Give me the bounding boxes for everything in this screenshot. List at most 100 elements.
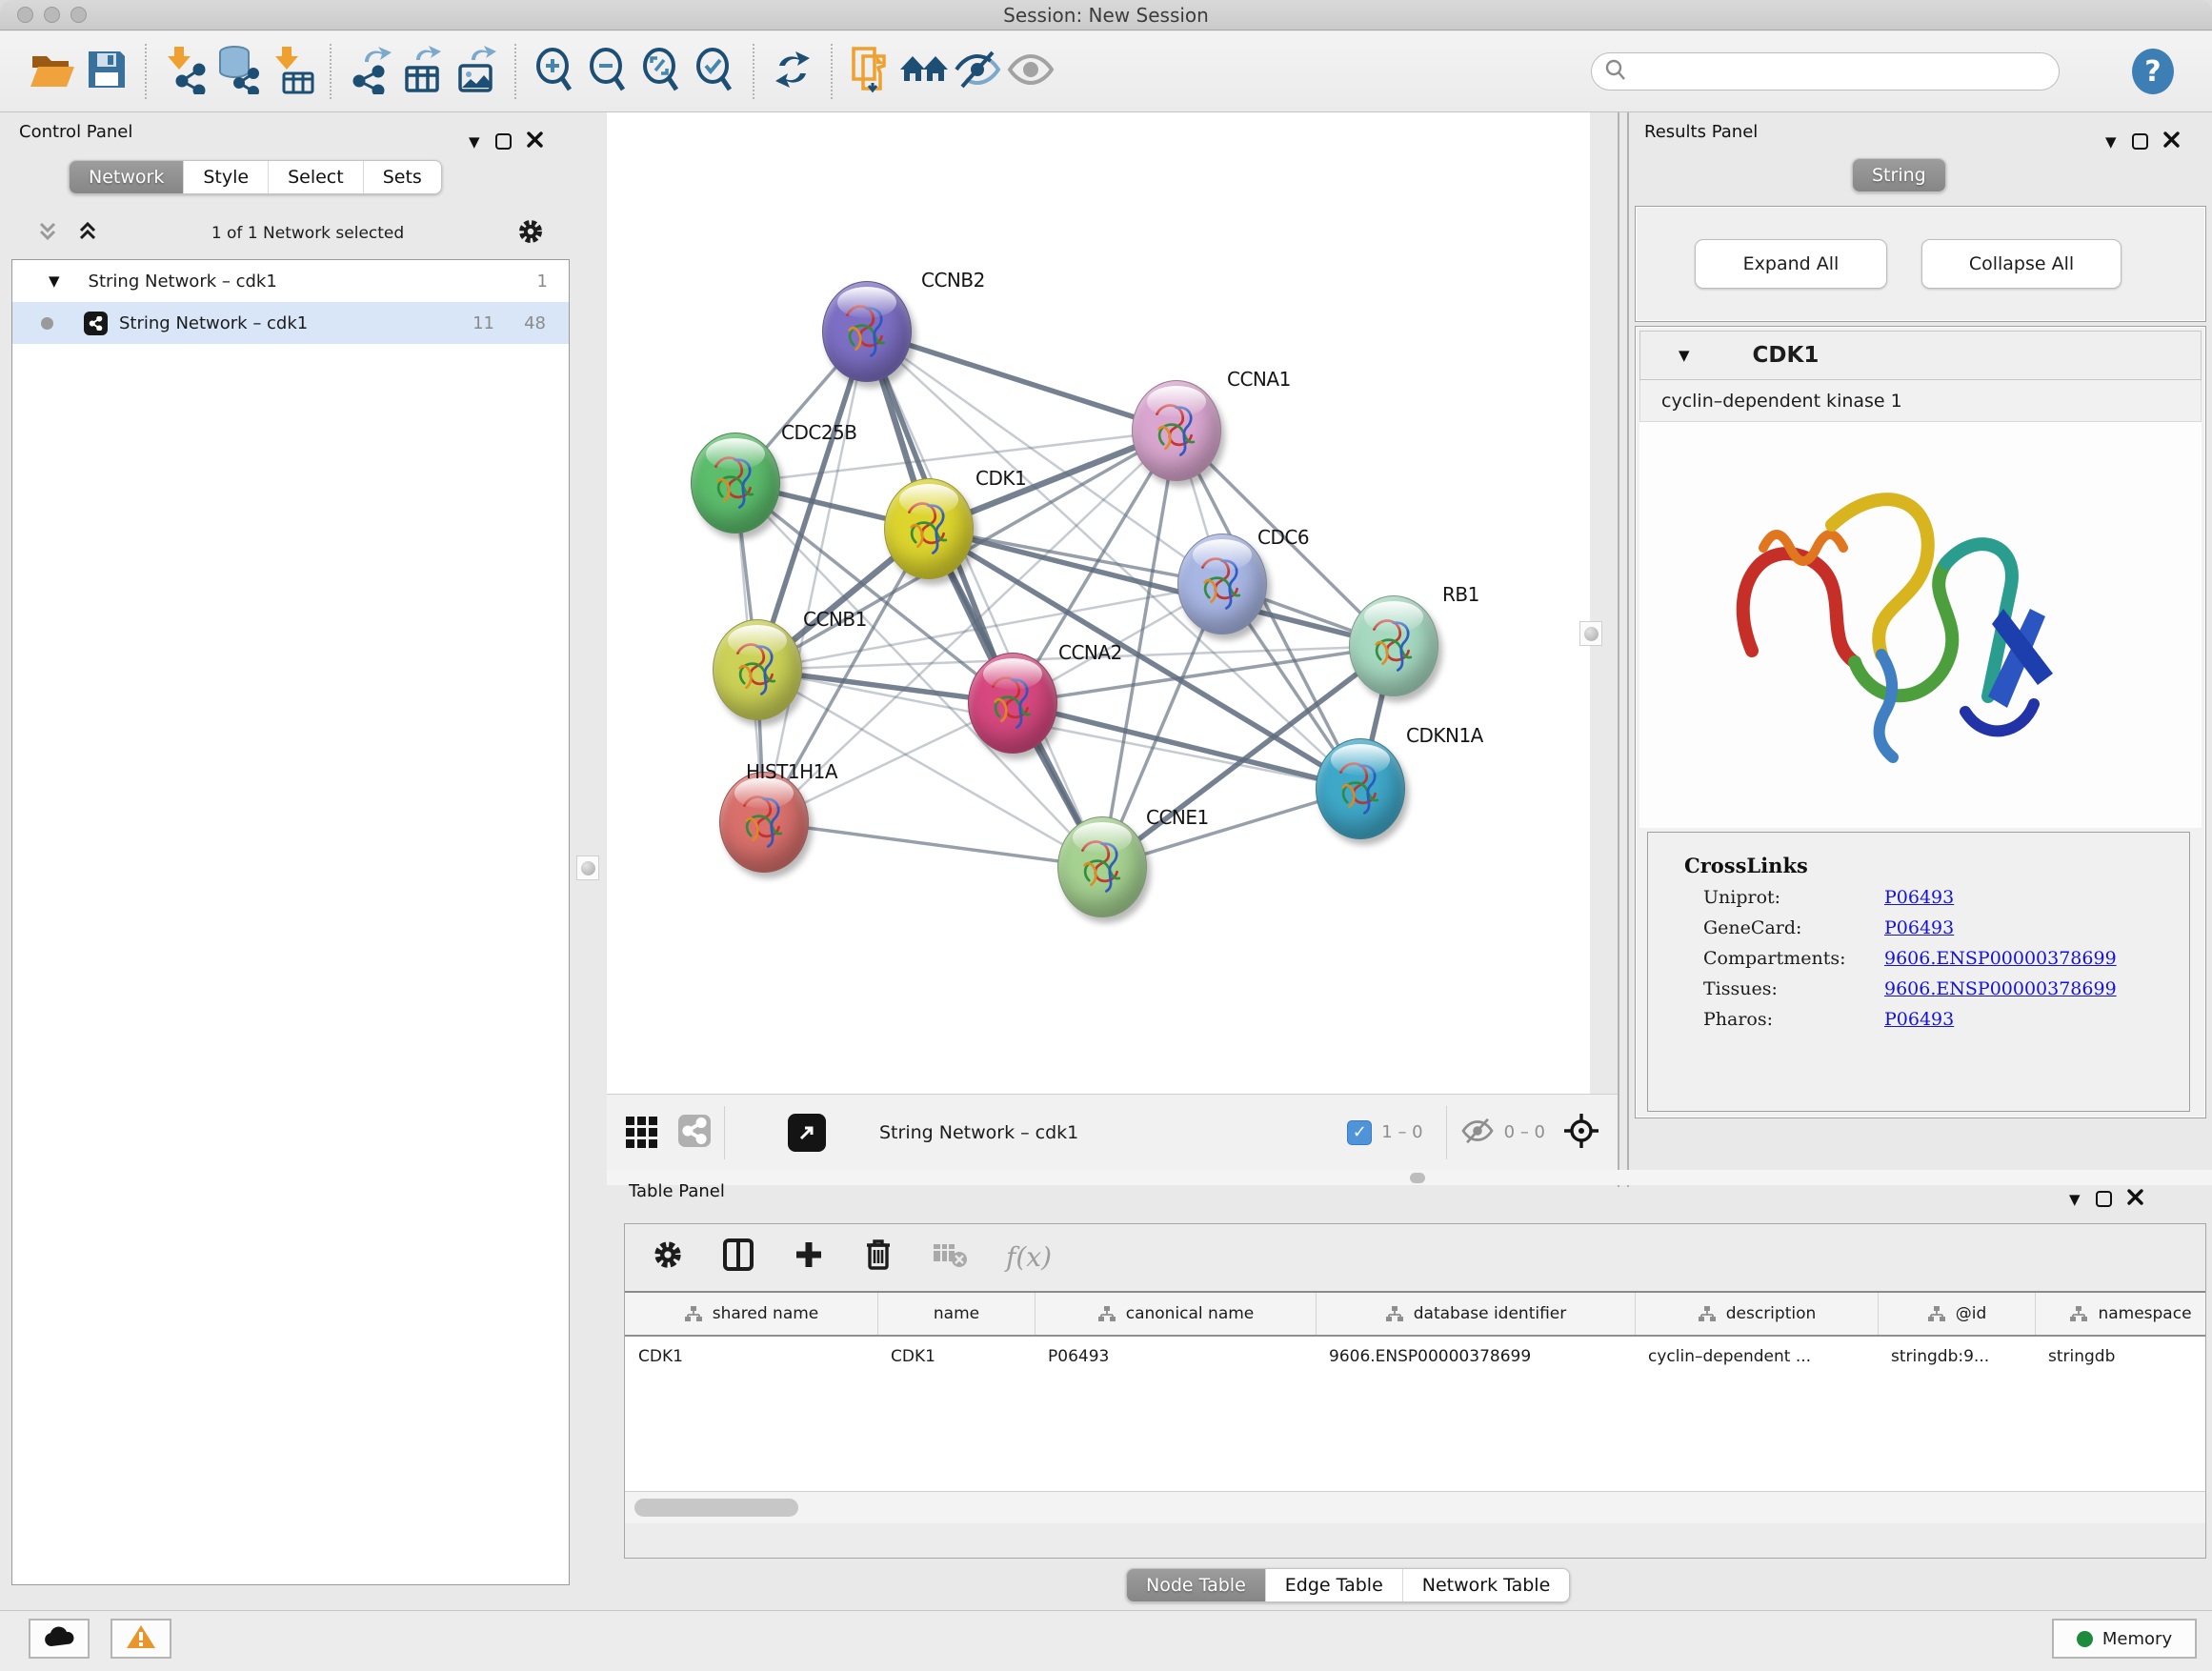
left-splitter-handle[interactable] — [576, 856, 599, 880]
entry-expander-icon[interactable]: ▼ — [1679, 347, 1690, 364]
toolbar-search-field[interactable] — [1591, 52, 2060, 91]
column-header-shared-name[interactable]: shared name — [625, 1293, 877, 1335]
close-panel-icon[interactable] — [527, 131, 543, 151]
hide-glass-button[interactable] — [951, 43, 1004, 100]
crosslink-value-link[interactable]: 9606.ENSP00000378699 — [1884, 948, 2117, 969]
expand-all-tree-icon[interactable] — [36, 220, 59, 247]
delete-column-trash-icon[interactable] — [863, 1238, 894, 1276]
table-cell[interactable]: cyclin–dependent ... — [1635, 1337, 1878, 1377]
network-node-ccna1[interactable] — [1132, 380, 1221, 481]
help-button[interactable]: ? — [2132, 49, 2174, 94]
network-share-icon-muted[interactable] — [678, 1115, 711, 1151]
crosslink-value-link[interactable]: 9606.ENSP00000378699 — [1884, 978, 2117, 999]
column-header-description[interactable]: description — [1635, 1293, 1878, 1335]
add-column-icon[interactable] — [793, 1238, 825, 1275]
crosslink-value-link[interactable]: P06493 — [1884, 917, 1954, 938]
copy-document-button[interactable] — [844, 43, 897, 100]
export-image-button[interactable] — [450, 43, 503, 100]
collapse-all-button[interactable]: Collapse All — [1921, 239, 2122, 289]
memory-button[interactable]: Memory — [2052, 1619, 2197, 1659]
zoom-fit-button[interactable] — [634, 43, 688, 100]
table-settings-gear-icon[interactable] — [652, 1238, 684, 1275]
close-panel-icon[interactable] — [2163, 131, 2180, 151]
table-cell[interactable]: 9606.ENSP00000378699 — [1316, 1337, 1635, 1377]
hidden-eye-slash-icon[interactable] — [1460, 1117, 1495, 1149]
warnings-button[interactable] — [111, 1619, 171, 1659]
collapse-panel-icon[interactable]: ▼ — [469, 133, 480, 151]
results-panel-divider[interactable] — [1618, 112, 1629, 1187]
table-cell[interactable]: stringdb — [2035, 1337, 2205, 1377]
column-header-name[interactable]: name — [877, 1293, 1035, 1335]
import-network-file-button[interactable] — [158, 43, 211, 100]
network-node-cdc25b[interactable] — [691, 433, 780, 534]
table-row[interactable]: CDK1CDK1P064939606.ENSP00000378699cyclin… — [625, 1337, 2205, 1377]
network-node-ccnb1[interactable] — [713, 619, 802, 720]
birdseye-grid-icon[interactable] — [626, 1117, 657, 1148]
table-horizontal-scrollbar[interactable] — [625, 1491, 2205, 1523]
network-node-cdc6[interactable] — [1177, 534, 1267, 634]
show-columns-icon[interactable] — [722, 1238, 754, 1276]
table-cell[interactable]: CDK1 — [625, 1337, 877, 1377]
column-header-database-identifier[interactable]: database identifier — [1316, 1293, 1635, 1335]
network-node-ccnb2[interactable] — [822, 281, 912, 382]
show-glass-button[interactable] — [1004, 43, 1057, 100]
crosshair-icon[interactable] — [1562, 1112, 1600, 1154]
column-header-canonical-name[interactable]: canonical name — [1035, 1293, 1316, 1335]
network-edge[interactable] — [764, 822, 1102, 867]
export-network-button[interactable] — [343, 43, 396, 100]
tree-expander-icon[interactable]: ▼ — [49, 272, 60, 290]
zoom-selected-button[interactable] — [688, 43, 741, 100]
float-panel-icon[interactable] — [2096, 1191, 2112, 1207]
network-node-rb1[interactable] — [1349, 595, 1438, 696]
network-edge[interactable] — [867, 332, 1102, 867]
tab-sets[interactable]: Sets — [363, 161, 441, 193]
string-home-button[interactable] — [897, 43, 951, 100]
search-input[interactable] — [1628, 61, 2028, 82]
zoom-in-button[interactable] — [528, 43, 581, 100]
network-edge[interactable] — [1013, 703, 1360, 789]
crosslink-value-link[interactable]: P06493 — [1884, 1009, 1954, 1030]
table-panel-splitter[interactable] — [607, 1170, 2212, 1185]
column-header-namespace[interactable]: namespace — [2035, 1293, 2205, 1335]
float-panel-icon[interactable] — [2132, 133, 2148, 150]
selected-checkbox-icon[interactable]: ✓ — [1347, 1120, 1372, 1145]
network-row[interactable]: String Network – cdk1 11 48 — [12, 302, 569, 344]
export-table-button[interactable] — [396, 43, 450, 100]
table-cell[interactable]: stringdb:9... — [1878, 1337, 2035, 1377]
tab-node-table[interactable]: Node Table — [1127, 1569, 1265, 1601]
column-header--id[interactable]: @id — [1878, 1293, 2035, 1335]
table-cell[interactable]: CDK1 — [877, 1337, 1035, 1377]
import-network-database-button[interactable] — [211, 43, 265, 100]
import-table-button[interactable] — [265, 43, 318, 100]
network-node-ccna2[interactable] — [968, 653, 1057, 754]
collapse-all-tree-icon[interactable] — [76, 220, 99, 247]
tab-network[interactable]: Network — [70, 161, 183, 193]
tab-select[interactable]: Select — [268, 161, 363, 193]
entry-header[interactable]: ▼ CDK1 — [1639, 331, 2202, 380]
open-session-button[interactable] — [27, 43, 80, 100]
network-node-hist1h1a[interactable] — [719, 772, 809, 873]
save-session-button[interactable] — [80, 43, 133, 100]
expand-all-button[interactable]: Expand All — [1695, 239, 1887, 289]
cloud-status-button[interactable] — [29, 1619, 90, 1659]
crosslink-value-link[interactable]: P06493 — [1884, 887, 1954, 908]
network-edge[interactable] — [867, 332, 1176, 431]
zoom-out-button[interactable] — [581, 43, 634, 100]
network-canvas[interactable]: CCNB2CCNA1CDC25BCDK1CDC6RB1CCNB1CCNA2CDK… — [607, 112, 1590, 1094]
detach-view-icon[interactable] — [788, 1114, 826, 1152]
network-node-ccne1[interactable] — [1057, 816, 1147, 917]
collapse-panel-icon[interactable]: ▼ — [2105, 133, 2117, 151]
float-panel-icon[interactable] — [495, 133, 512, 150]
network-node-cdkn1a[interactable] — [1316, 738, 1405, 839]
collapse-panel-icon[interactable]: ▼ — [2069, 1191, 2081, 1208]
table-cell[interactable]: P06493 — [1035, 1337, 1316, 1377]
right-splitter-handle[interactable] — [1579, 621, 1602, 646]
tab-style[interactable]: Style — [183, 161, 268, 193]
scrollbar-thumb[interactable] — [634, 1499, 798, 1517]
tab-edge-table[interactable]: Edge Table — [1265, 1569, 1402, 1601]
network-collection-row[interactable]: ▼ String Network – cdk1 1 — [12, 260, 569, 302]
tab-network-table[interactable]: Network Table — [1402, 1569, 1570, 1601]
apply-layout-button[interactable] — [766, 43, 819, 100]
close-panel-icon[interactable] — [2127, 1189, 2143, 1209]
tab-string[interactable]: String — [1853, 159, 1945, 191]
